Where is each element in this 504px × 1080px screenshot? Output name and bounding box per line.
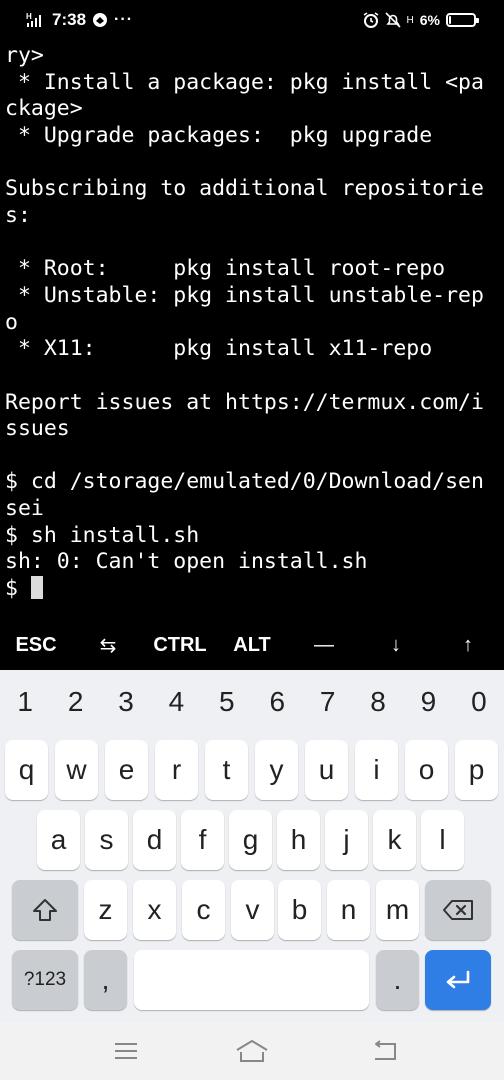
terminal-line: * Root: pkg install root-repo xyxy=(5,256,446,281)
mute-notifications-icon xyxy=(384,12,401,28)
key-s[interactable]: s xyxy=(85,810,128,870)
key-j[interactable]: j xyxy=(325,810,368,870)
dash-key[interactable]: — xyxy=(288,620,360,670)
arrow-down-key[interactable]: ↓ xyxy=(360,620,432,670)
key-2[interactable]: 2 xyxy=(50,682,100,722)
key-e[interactable]: e xyxy=(105,740,148,800)
terminal-line: * X11: pkg install x11-repo xyxy=(5,336,433,361)
status-bar: H 7:38 ··· H 6% xyxy=(0,0,504,40)
menu-icon xyxy=(115,1043,137,1059)
tab-key[interactable]: ⇆ xyxy=(72,620,144,670)
terminal-line: * Unstable: pkg install unstable-rep xyxy=(5,283,484,308)
key-w[interactable]: w xyxy=(55,740,98,800)
key-z[interactable]: z xyxy=(84,880,127,940)
terminal-line: Subscribing to additional repositorie xyxy=(5,176,484,201)
navigation-bar xyxy=(0,1022,504,1080)
terminal-line: o xyxy=(5,310,18,335)
terminal-line: * Install a package: pkg install <pa xyxy=(5,70,484,95)
key-0[interactable]: 0 xyxy=(454,682,504,722)
key-6[interactable]: 6 xyxy=(252,682,302,722)
terminal-line: $ cd /storage/emulated/0/Download/sen xyxy=(5,469,484,494)
key-n[interactable]: n xyxy=(327,880,370,940)
period-key[interactable]: . xyxy=(376,950,419,1010)
key-h[interactable]: h xyxy=(277,810,320,870)
key-7[interactable]: 7 xyxy=(302,682,352,722)
home-button[interactable] xyxy=(232,1034,272,1068)
key-g[interactable]: g xyxy=(229,810,272,870)
back-icon xyxy=(375,1040,396,1060)
clock: 7:38 xyxy=(52,10,87,29)
ctrl-key[interactable]: CTRL xyxy=(144,620,216,670)
terminal-line: sei xyxy=(5,496,44,521)
space-key[interactable] xyxy=(134,950,369,1010)
app-notification-icon xyxy=(93,13,108,27)
esc-key[interactable]: ESC xyxy=(0,620,72,670)
key-1[interactable]: 1 xyxy=(0,682,50,722)
terminal-prompt-line: $ xyxy=(5,576,501,603)
soft-keyboard: 1 2 3 4 5 6 7 8 9 0 q w e r t y u i o p … xyxy=(0,670,504,1022)
status-right: H 6% xyxy=(363,10,479,30)
home-icon xyxy=(236,1040,268,1062)
battery-percent: 6% xyxy=(419,12,440,28)
extra-keys-bar: ESC ⇆ CTRL ALT — ↓ ↑ xyxy=(0,620,504,670)
key-u[interactable]: u xyxy=(305,740,348,800)
key-k[interactable]: k xyxy=(373,810,416,870)
svg-text:H: H xyxy=(26,12,32,21)
key-i[interactable]: i xyxy=(355,740,398,800)
key-y[interactable]: y xyxy=(255,740,298,800)
key-f[interactable]: f xyxy=(181,810,224,870)
key-l[interactable]: l xyxy=(421,810,464,870)
key-b[interactable]: b xyxy=(278,880,321,940)
key-5[interactable]: 5 xyxy=(202,682,252,722)
terminal-line: sh: 0: Can't open install.sh xyxy=(5,549,368,574)
backspace-icon xyxy=(443,900,473,920)
signal-icon: H xyxy=(26,12,41,27)
terminal-prompt: $ xyxy=(5,576,31,601)
key-d[interactable]: d xyxy=(133,810,176,870)
menu-button[interactable] xyxy=(106,1034,146,1068)
network-type: H xyxy=(406,14,414,26)
key-x[interactable]: x xyxy=(133,880,176,940)
key-4[interactable]: 4 xyxy=(151,682,201,722)
shift-icon xyxy=(33,899,57,921)
key-t[interactable]: t xyxy=(205,740,248,800)
back-button[interactable] xyxy=(364,1034,404,1068)
more-notifications-indicator: ··· xyxy=(114,11,134,28)
status-left: H 7:38 ··· xyxy=(26,10,133,30)
shift-key[interactable] xyxy=(12,880,78,940)
terminal-cursor xyxy=(30,576,43,599)
arrow-up-key[interactable]: ↑ xyxy=(432,620,504,670)
key-q[interactable]: q xyxy=(5,740,48,800)
terminal-line: ssues xyxy=(5,416,70,441)
terminal-output[interactable]: ry> * Install a package: pkg install <pa… xyxy=(0,40,504,620)
key-r[interactable]: r xyxy=(155,740,198,800)
backspace-key[interactable] xyxy=(425,880,491,940)
enter-key[interactable] xyxy=(425,950,491,1010)
terminal-line: Report issues at https://termux.com/i xyxy=(5,390,484,415)
number-row: 1 2 3 4 5 6 7 8 9 0 xyxy=(0,682,504,722)
key-c[interactable]: c xyxy=(182,880,225,940)
key-v[interactable]: v xyxy=(231,880,274,940)
key-9[interactable]: 9 xyxy=(403,682,453,722)
battery-level xyxy=(449,16,451,24)
symbols-key[interactable]: ?123 xyxy=(12,950,78,1010)
terminal-line: ry> xyxy=(5,43,44,68)
key-8[interactable]: 8 xyxy=(353,682,403,722)
key-3[interactable]: 3 xyxy=(101,682,151,722)
alt-key[interactable]: ALT xyxy=(216,620,288,670)
terminal-line: $ sh install.sh xyxy=(5,523,200,548)
terminal-line: * Upgrade packages: pkg upgrade xyxy=(5,123,433,148)
key-p[interactable]: p xyxy=(455,740,498,800)
key-m[interactable]: m xyxy=(376,880,419,940)
key-o[interactable]: o xyxy=(405,740,448,800)
battery-icon xyxy=(446,13,479,27)
comma-key[interactable]: , xyxy=(84,950,127,1010)
terminal-line: s: xyxy=(5,203,31,228)
key-a[interactable]: a xyxy=(37,810,80,870)
enter-icon xyxy=(446,970,470,989)
terminal-line: ckage> xyxy=(5,96,83,121)
alarm-icon xyxy=(363,12,378,28)
